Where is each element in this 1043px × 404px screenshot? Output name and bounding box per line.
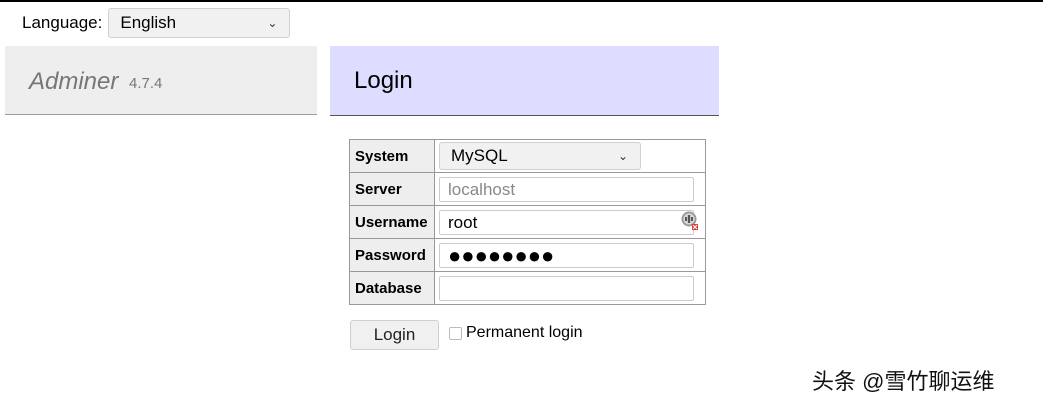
username-input[interactable]: root	[439, 209, 694, 235]
brand-version: 4.7.4	[129, 75, 163, 92]
brand-name[interactable]: Adminer	[29, 68, 118, 96]
server-label: Server	[349, 172, 435, 206]
watermark: 头条 @雪竹聊运维	[812, 369, 995, 394]
username-label: Username	[349, 205, 435, 239]
top-border	[0, 0, 1043, 2]
permanent-login-checkbox[interactable]	[449, 326, 462, 340]
language-selected-value: English	[120, 13, 177, 32]
key-autofill-icon[interactable]	[681, 211, 699, 231]
login-form-table: System MySQL ⌄ Server localhost Username…	[349, 139, 706, 305]
system-row: System MySQL ⌄	[349, 139, 706, 173]
username-cell: root	[434, 205, 706, 239]
server-cell: localhost	[434, 172, 706, 206]
system-cell: MySQL ⌄	[434, 139, 706, 173]
language-label: Language:	[22, 13, 103, 32]
password-input[interactable]: ●●●●●●●●	[439, 242, 694, 268]
chevron-down-icon: ⌄	[267, 16, 278, 30]
database-input[interactable]	[439, 275, 694, 301]
login-button[interactable]: Login	[350, 320, 439, 350]
database-label: Database	[349, 271, 435, 305]
content-header: Login	[330, 46, 719, 116]
permanent-login[interactable]: Permanent login	[449, 324, 583, 342]
chevron-down-icon: ⌄	[617, 149, 628, 163]
system-selected-value: MySQL	[451, 146, 508, 165]
server-row: Server localhost	[349, 172, 706, 206]
password-row: Password ●●●●●●●●	[349, 238, 706, 272]
password-cell: ●●●●●●●●	[434, 238, 706, 272]
username-row: Username root	[349, 205, 706, 239]
system-select[interactable]: MySQL ⌄	[439, 142, 641, 170]
page-title: Login	[354, 67, 413, 94]
permanent-login-label: Permanent login	[466, 324, 583, 341]
brand-header: Adminer 4.7.4	[5, 46, 317, 115]
password-label: Password	[349, 238, 435, 272]
database-row: Database	[349, 271, 706, 305]
database-cell	[434, 271, 706, 305]
system-label: System	[349, 139, 435, 173]
server-input[interactable]: localhost	[439, 176, 694, 202]
language-bar: Language: English ⌄	[22, 8, 291, 38]
language-select[interactable]: English ⌄	[108, 8, 291, 38]
